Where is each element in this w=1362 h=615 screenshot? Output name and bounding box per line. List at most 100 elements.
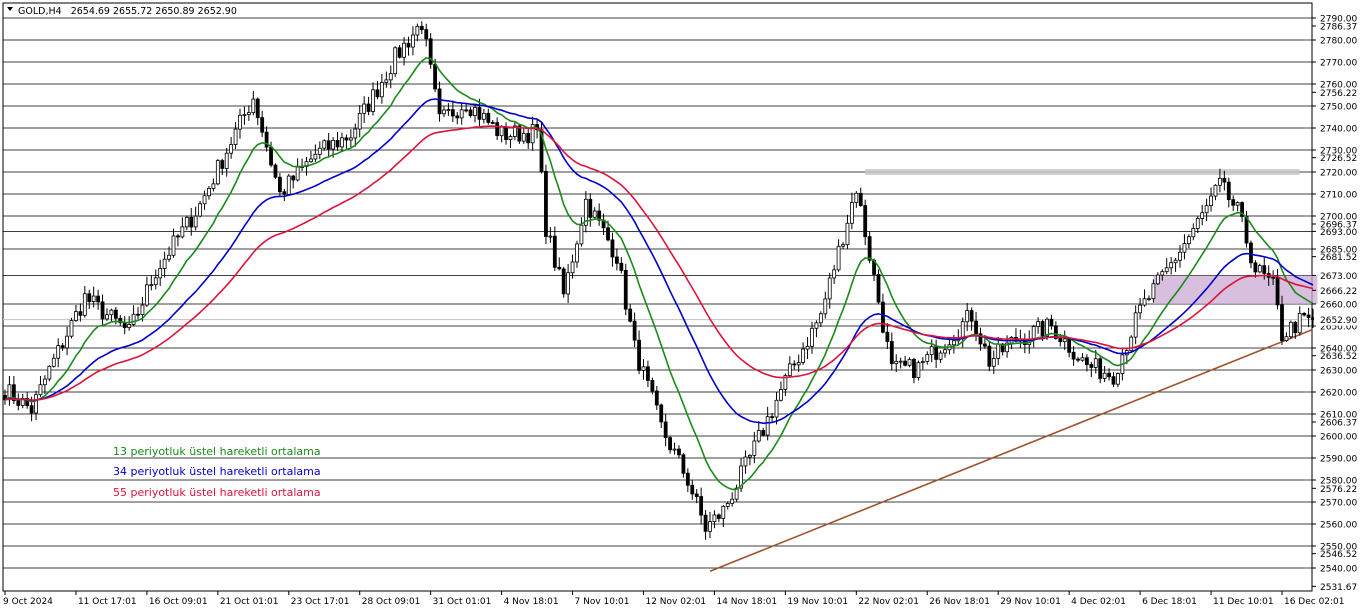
candle-body: [233, 128, 238, 145]
candle: [646, 360, 650, 388]
candle: [344, 134, 349, 149]
candle: [557, 257, 562, 271]
candle: [379, 74, 384, 104]
candle-body: [1209, 195, 1213, 207]
candle: [180, 217, 185, 239]
candle-body: [1138, 304, 1143, 314]
candle-body: [43, 378, 47, 386]
candle: [1173, 258, 1178, 272]
candle: [357, 105, 362, 138]
candle-body: [699, 496, 704, 516]
candle: [854, 191, 859, 208]
candle-body: [805, 345, 810, 350]
candle: [149, 275, 154, 291]
y-tick-label: 2560.00: [1320, 521, 1357, 531]
candle: [1186, 234, 1191, 249]
candle: [694, 489, 699, 504]
candle: [20, 393, 25, 409]
candle-body: [1164, 267, 1169, 273]
candle-body: [916, 362, 921, 378]
candle-body: [934, 346, 939, 360]
candle-body: [242, 114, 247, 116]
candle-body: [29, 405, 34, 414]
candle: [685, 468, 690, 492]
y-tick-label: 2750.00: [1320, 103, 1357, 113]
candle: [699, 487, 704, 525]
chart-menu-triangle-icon[interactable]: [7, 7, 13, 11]
candle: [406, 36, 411, 56]
candle: [770, 413, 774, 423]
candle-body: [220, 160, 225, 169]
candle: [220, 158, 225, 176]
candle-body: [353, 128, 358, 139]
y-tick-label: 2673.00: [1320, 272, 1357, 282]
candle-body: [849, 202, 854, 224]
candle-body: [1218, 177, 1222, 186]
candle: [672, 442, 677, 455]
candle-body: [1213, 184, 1218, 197]
candle: [282, 188, 287, 202]
y-tick-label: 2710.00: [1320, 191, 1357, 201]
candle: [1231, 195, 1236, 212]
candle: [388, 65, 393, 89]
candle: [233, 121, 238, 150]
candle: [131, 305, 136, 327]
axes: 2790.002786.372780.002770.002760.002756.…: [3, 15, 1360, 607]
candle-body: [1098, 358, 1103, 379]
y-tick-label: 2693.00: [1320, 228, 1357, 238]
candle-body: [162, 258, 167, 269]
x-tick-label: 23 Oct 17:01: [291, 597, 350, 607]
candle-body: [712, 514, 717, 522]
y-tick-label: 2590.00: [1320, 455, 1357, 465]
candle-body: [260, 117, 265, 133]
ema-line-13: [4, 57, 1314, 491]
candle-body: [326, 140, 331, 150]
candle: [118, 314, 123, 326]
y-tick-label: 2570.00: [1320, 499, 1357, 509]
candle: [730, 492, 735, 507]
candle: [1111, 372, 1116, 388]
candle-body: [1226, 181, 1231, 201]
legend-ema55: 55 periyotluk üstel hareketli ortalama: [113, 486, 321, 499]
candle-body: [100, 301, 105, 320]
candle-body: [743, 456, 748, 467]
candle-body: [1253, 262, 1258, 273]
candle: [943, 343, 947, 358]
y-tick-label: 2636.52: [1320, 352, 1357, 362]
candle-body: [818, 313, 823, 324]
candle: [552, 226, 557, 271]
price-chart[interactable]: 2790.00 2786.37 2780.00 2770.00 2760.00 2756.…: [0, 0, 1362, 611]
candle: [7, 375, 12, 406]
candle-body: [1160, 271, 1165, 276]
candle-body: [286, 175, 291, 195]
candle-body: [867, 236, 872, 261]
candle-body: [1284, 336, 1289, 342]
candle-body: [898, 360, 903, 363]
candle-body: [614, 256, 619, 264]
y-tick-label: 2770.00: [1320, 59, 1357, 69]
candle: [566, 264, 571, 303]
candle-body: [238, 114, 242, 130]
candle: [916, 360, 921, 381]
candle: [411, 26, 415, 56]
y-tick-label: 2600.00: [1320, 433, 1357, 443]
candle: [526, 126, 531, 149]
candle: [278, 173, 282, 196]
candle-body: [1142, 298, 1147, 306]
candle: [938, 350, 943, 363]
candle: [934, 339, 939, 369]
ohlc-values: 2654.69 2655.72 2650.89 2652.90: [71, 6, 237, 17]
candle: [641, 359, 646, 380]
candle: [242, 106, 247, 125]
candle: [255, 97, 260, 126]
candle: [264, 126, 269, 152]
candle-body: [814, 322, 819, 329]
candle: [251, 90, 256, 116]
candle: [1071, 346, 1076, 366]
x-tick-label: 4 Nov 18:01: [504, 597, 559, 607]
candle-body: [96, 295, 101, 303]
x-tick-label: 16 Oct 09:01: [149, 597, 208, 607]
candle-body: [255, 98, 260, 119]
candle-body: [725, 503, 730, 507]
candle-body: [1093, 358, 1098, 368]
